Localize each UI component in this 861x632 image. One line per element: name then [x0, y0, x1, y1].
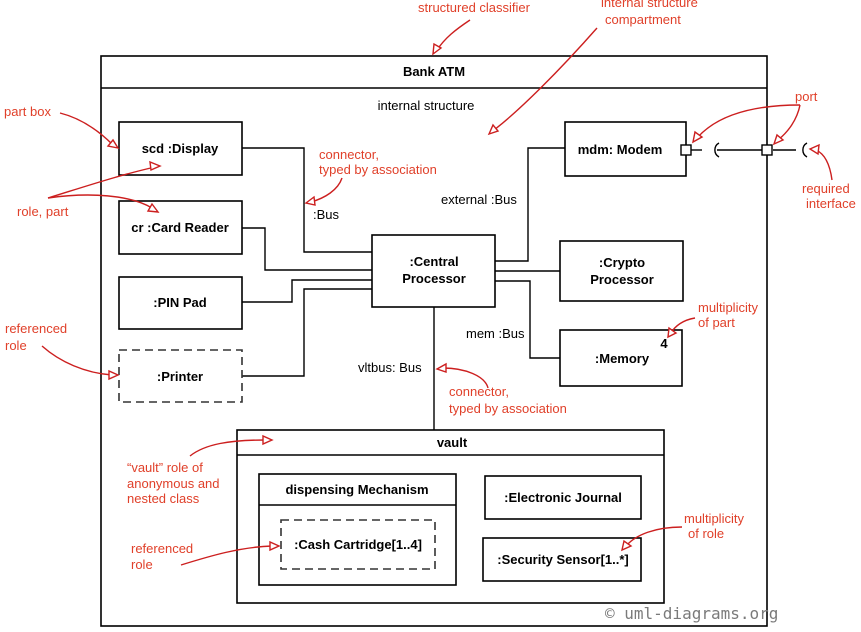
- arrow-structured-classifier: [436, 19, 471, 51]
- external-required-interface-icon: [802, 142, 808, 158]
- uml-composite-structure-diagram: Bank ATM internal structure scd :Display…: [4, 0, 856, 627]
- security-sensor-label: :Security Sensor[1..*]: [497, 552, 629, 567]
- note-referenced-role-1-line1: referenced: [5, 321, 67, 336]
- modem-port[interactable]: [680, 144, 692, 156]
- part-pin-pad[interactable]: :PIN Pad: [118, 276, 243, 330]
- bank-atm-title: Bank ATM: [403, 64, 465, 79]
- part-modem[interactable]: mdm: Modem: [564, 121, 687, 177]
- security-sensor-part[interactable]: :Security Sensor[1..*]: [482, 537, 642, 582]
- note-connector-1-line1: connector,: [319, 147, 379, 162]
- note-port: port: [795, 89, 818, 104]
- part-central-processor-line1: :Central: [409, 254, 458, 269]
- bank-atm-port[interactable]: [761, 144, 773, 156]
- note-role-part: role, part: [17, 204, 69, 219]
- vltbus-label: vltbus: Bus: [358, 360, 422, 375]
- note-multiplicity-role-line1: multiplicity: [684, 511, 744, 526]
- part-card-reader-label: cr :Card Reader: [131, 220, 229, 235]
- electronic-journal-part[interactable]: :Electronic Journal: [484, 475, 642, 520]
- external-bus-label: external :Bus: [441, 192, 517, 207]
- part-printer-label: :Printer: [157, 369, 203, 384]
- part-memory-label: :Memory: [595, 351, 650, 366]
- part-pin-pad-label: :PIN Pad: [153, 295, 207, 310]
- part-display[interactable]: scd :Display: [118, 121, 243, 176]
- note-isc-line1: internal structure: [601, 0, 698, 10]
- note-vault-role-line3: nested class: [127, 491, 200, 506]
- part-modem-label: mdm: Modem: [578, 142, 663, 157]
- electronic-journal-label: :Electronic Journal: [504, 490, 622, 505]
- arrowhead-required-interface: [808, 143, 820, 156]
- note-multiplicity-part-line2: of part: [698, 315, 735, 330]
- part-crypto-line1: :Crypto: [599, 255, 645, 270]
- part-memory[interactable]: :Memory 4: [559, 329, 683, 387]
- note-connector-2-line1: connector,: [449, 384, 509, 399]
- note-referenced-role-2-line2: role: [131, 557, 153, 572]
- dispensing-mechanism-label: dispensing Mechanism: [285, 482, 428, 497]
- arrow-port-atm: [777, 104, 801, 141]
- note-multiplicity-role-line2: of role: [688, 526, 724, 541]
- mem-bus-label: mem :Bus: [466, 326, 525, 341]
- internal-structure-label: internal structure: [378, 98, 475, 113]
- part-central-processor-line2: Processor: [402, 271, 466, 286]
- note-isc-line2: compartment: [605, 12, 681, 27]
- part-crypto-processor[interactable]: :Crypto Processor: [559, 240, 684, 302]
- note-referenced-role-2-line1: referenced: [131, 541, 193, 556]
- note-structured-classifier: structured classifier: [418, 0, 531, 15]
- bus-label: :Bus: [313, 207, 340, 222]
- note-referenced-role-1-line2: role: [5, 338, 27, 353]
- note-multiplicity-part-line1: multiplicity: [698, 300, 758, 315]
- part-card-reader[interactable]: cr :Card Reader: [118, 200, 243, 255]
- cash-cartridge-part[interactable]: :Cash Cartridge[1..4]: [280, 519, 436, 570]
- note-connector-1-line2: typed by association: [319, 162, 437, 177]
- part-central-processor[interactable]: :Central Processor: [371, 234, 496, 308]
- watermark: © uml-diagrams.org: [605, 604, 778, 623]
- note-connector-2-line2: typed by association: [449, 401, 567, 416]
- note-required-interface-line2: interface: [806, 196, 856, 211]
- part-printer[interactable]: :Printer: [118, 349, 243, 403]
- note-vault-role-line2: anonymous and: [127, 476, 220, 491]
- memory-multiplicity: 4: [660, 336, 668, 351]
- cash-cartridge-label: :Cash Cartridge[1..4]: [294, 537, 422, 552]
- part-display-label: scd :Display: [142, 141, 219, 156]
- part-crypto-line2: Processor: [590, 272, 654, 287]
- note-vault-role-line1: “vault” role of: [127, 460, 203, 475]
- vault-title: vault: [437, 435, 468, 450]
- note-required-interface-line1: required: [802, 181, 850, 196]
- note-part-box: part box: [4, 104, 51, 119]
